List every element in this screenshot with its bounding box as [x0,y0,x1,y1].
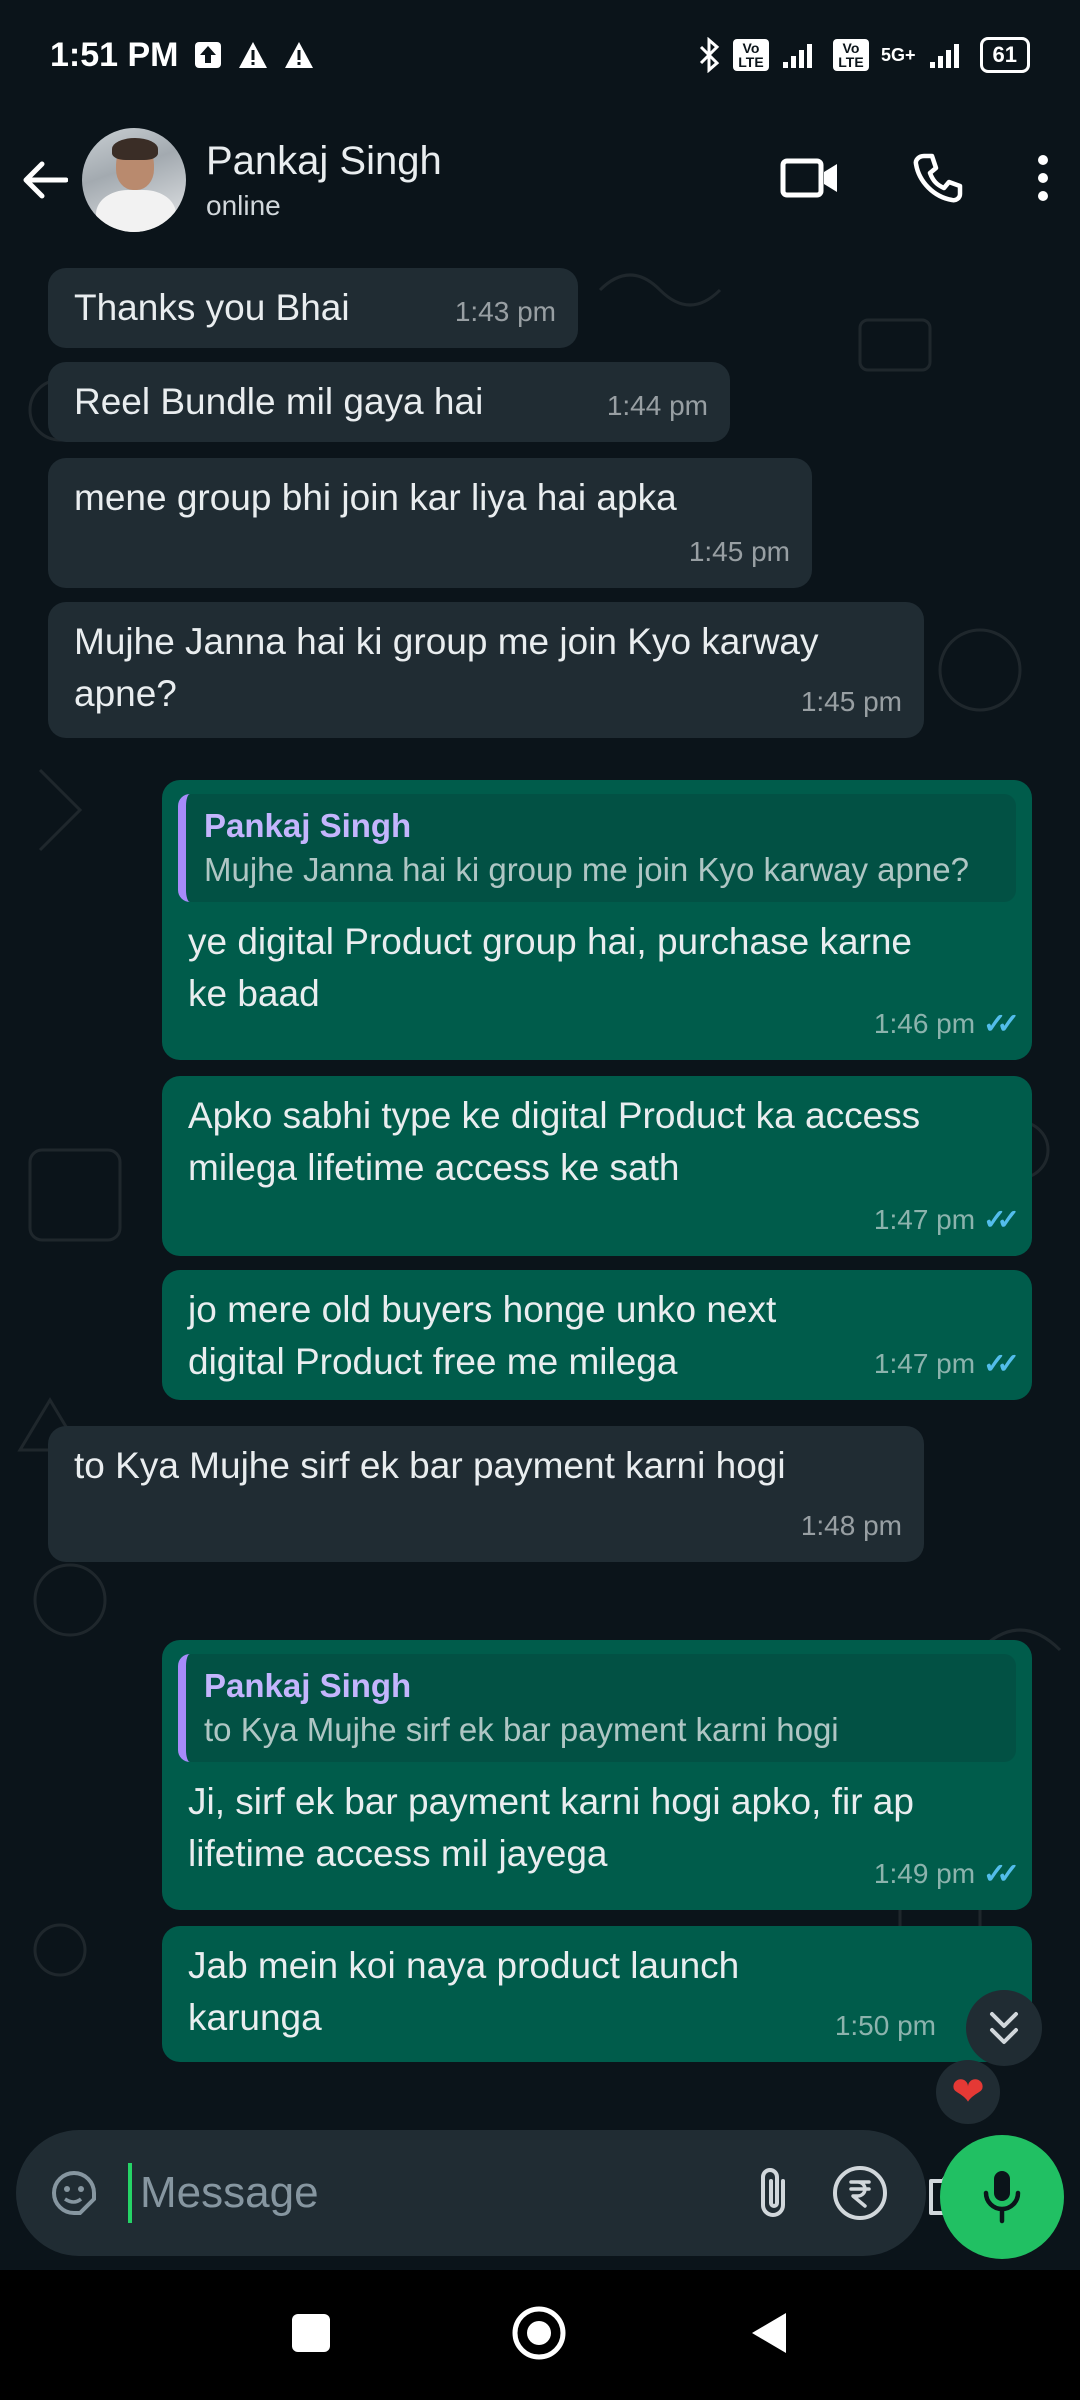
read-ticks-icon: ✓✓ [983,1008,1020,1039]
quote-text: to Kya Mujhe sirf ek bar payment karni h… [204,1711,839,1748]
recents-button[interactable] [290,2312,332,2359]
rupee-icon [833,2166,887,2220]
avatar[interactable] [82,128,186,232]
message-meta: 1:46 pm ✓✓ [873,998,1020,1050]
incoming-message[interactable]: Thanks you Bhai 1:43 pm [48,268,578,348]
message-meta: 1:47 pm ✓✓ [873,1338,1020,1390]
home-button[interactable] [511,2305,567,2366]
message-text: Reel Bundle mil gaya hai [74,381,484,422]
message-meta: 1:47 pm ✓✓ [873,1194,1020,1246]
voice-message-button[interactable] [940,2135,1064,2259]
incoming-message[interactable]: Mujhe Janna hai ki group me join Kyo kar… [48,602,924,738]
battery-indicator: 61 [979,37,1030,73]
nav-back-button[interactable] [746,2309,790,2362]
video-call-button[interactable] [780,156,840,205]
signal-icon [781,40,821,70]
message-text: jo mere old buyers honge unko next digit… [188,1289,777,1382]
read-ticks-icon: ✓✓ [983,1204,1020,1235]
outgoing-message[interactable]: jo mere old buyers honge unko next digit… [162,1270,1032,1400]
message-text: Mujhe Janna hai ki group me join Kyo kar… [74,621,819,714]
nav-home-icon [512,2306,566,2359]
contact-info[interactable]: Pankaj Singh online [206,139,442,222]
payment-button[interactable] [831,2164,889,2222]
quote-sender: Pankaj Singh [204,1667,412,1704]
incoming-message[interactable]: to Kya Mujhe sirf ek bar payment karni h… [48,1426,924,1562]
system-nav-bar [0,2270,1080,2400]
chat-header: Pankaj Singh online [0,110,1080,250]
quoted-message[interactable]: Pankaj Singh Mujhe Janna hai ki group me… [178,794,1016,902]
chat-area[interactable]: Thanks you Bhai 1:43 pm Reel Bundle mil … [0,250,1080,2120]
status-bar: 1:51 PM Vo LTE Vo LTE 5G+ 61 [0,0,1080,110]
message-text: ye digital Product group hai, purchase k… [188,921,912,1014]
volte-1: Vo LTE [732,39,769,71]
read-ticks-icon: ✓✓ [983,1858,1020,1889]
phone-icon [913,153,963,202]
more-options-button[interactable] [1036,153,1050,208]
nav-square-icon [291,2313,330,2352]
sticker-button[interactable] [46,2165,102,2221]
message-time: 1:49 pm [873,1858,976,1889]
message-time: 1:47 pm [873,1348,976,1379]
video-call-icon [780,158,837,197]
warning-icon [237,40,269,70]
more-vert-icon [1038,154,1048,201]
outgoing-message[interactable]: Jab mein koi naya product launch karunga… [162,1926,1032,2062]
message-text: Thanks you Bhai [74,287,350,328]
message-meta: 1:49 pm ✓✓ [873,1848,1020,1900]
message-time: 1:44 pm [606,390,708,421]
scroll-to-bottom-button[interactable] [966,1990,1042,2066]
signal-icon [928,40,968,70]
volte-2: Vo LTE [832,39,869,71]
incoming-message[interactable]: mene group bhi join kar liya hai apka 1:… [48,458,812,588]
read-ticks-icon: ✓✓ [983,1348,1020,1379]
message-time: 1:45 pm [688,536,790,567]
outgoing-message[interactable]: Pankaj Singh to Kya Mujhe sirf ek bar pa… [162,1640,1032,1910]
nav-back-icon [752,2312,787,2353]
message-text: mene group bhi join kar liya hai apka [74,477,677,518]
message-time: 1:43 pm [454,296,556,327]
quote-text: Mujhe Janna hai ki group me join Kyo kar… [204,851,969,888]
message-text: Ji, sirf ek bar payment karni hogi apko,… [188,1781,914,1874]
network-type: 5G+ [880,44,916,65]
message-text: Apko sabhi type ke digital Product ka ac… [188,1095,921,1188]
incoming-message[interactable]: Reel Bundle mil gaya hai 1:44 pm [48,362,730,442]
notification-icon [193,40,223,70]
message-input[interactable] [128,2163,715,2223]
mic-icon [983,2171,1021,2224]
message-composer [16,2130,983,2256]
message-text: to Kya Mujhe sirf ek bar payment karni h… [74,1445,786,1486]
contact-name: Pankaj Singh [206,138,442,183]
message-text: Jab mein koi naya product launch karunga [188,1945,740,2038]
quote-sender: Pankaj Singh [204,807,412,844]
voice-call-button[interactable] [912,152,964,209]
outgoing-message[interactable]: Apko sabhi type ke digital Product ka ac… [162,1076,1032,1256]
attach-icon [761,2168,785,2217]
message-time: 1:48 pm [800,1510,902,1541]
heart-icon: ❤ [951,2070,985,2114]
message-time: 1:50 pm [834,2010,936,2041]
quoted-message[interactable]: Pankaj Singh to Kya Mujhe sirf ek bar pa… [178,1654,1016,1762]
status-time: 1:51 PM [50,35,179,74]
contact-status: online [206,189,281,221]
message-time: 1:46 pm [873,1008,976,1039]
reaction-badge[interactable]: ❤ [936,2060,1000,2124]
warning-icon [283,40,315,70]
message-time: 1:47 pm [873,1204,976,1235]
bluetooth-icon [697,37,721,73]
chevrons-down-icon [990,2012,1018,2044]
message-time: 1:45 pm [800,686,902,717]
back-arrow-icon [23,161,68,199]
outgoing-message[interactable]: Pankaj Singh Mujhe Janna hai ki group me… [162,780,1032,1060]
sticker-icon [51,2171,96,2215]
attach-button[interactable] [753,2163,793,2223]
back-button[interactable] [20,150,70,210]
